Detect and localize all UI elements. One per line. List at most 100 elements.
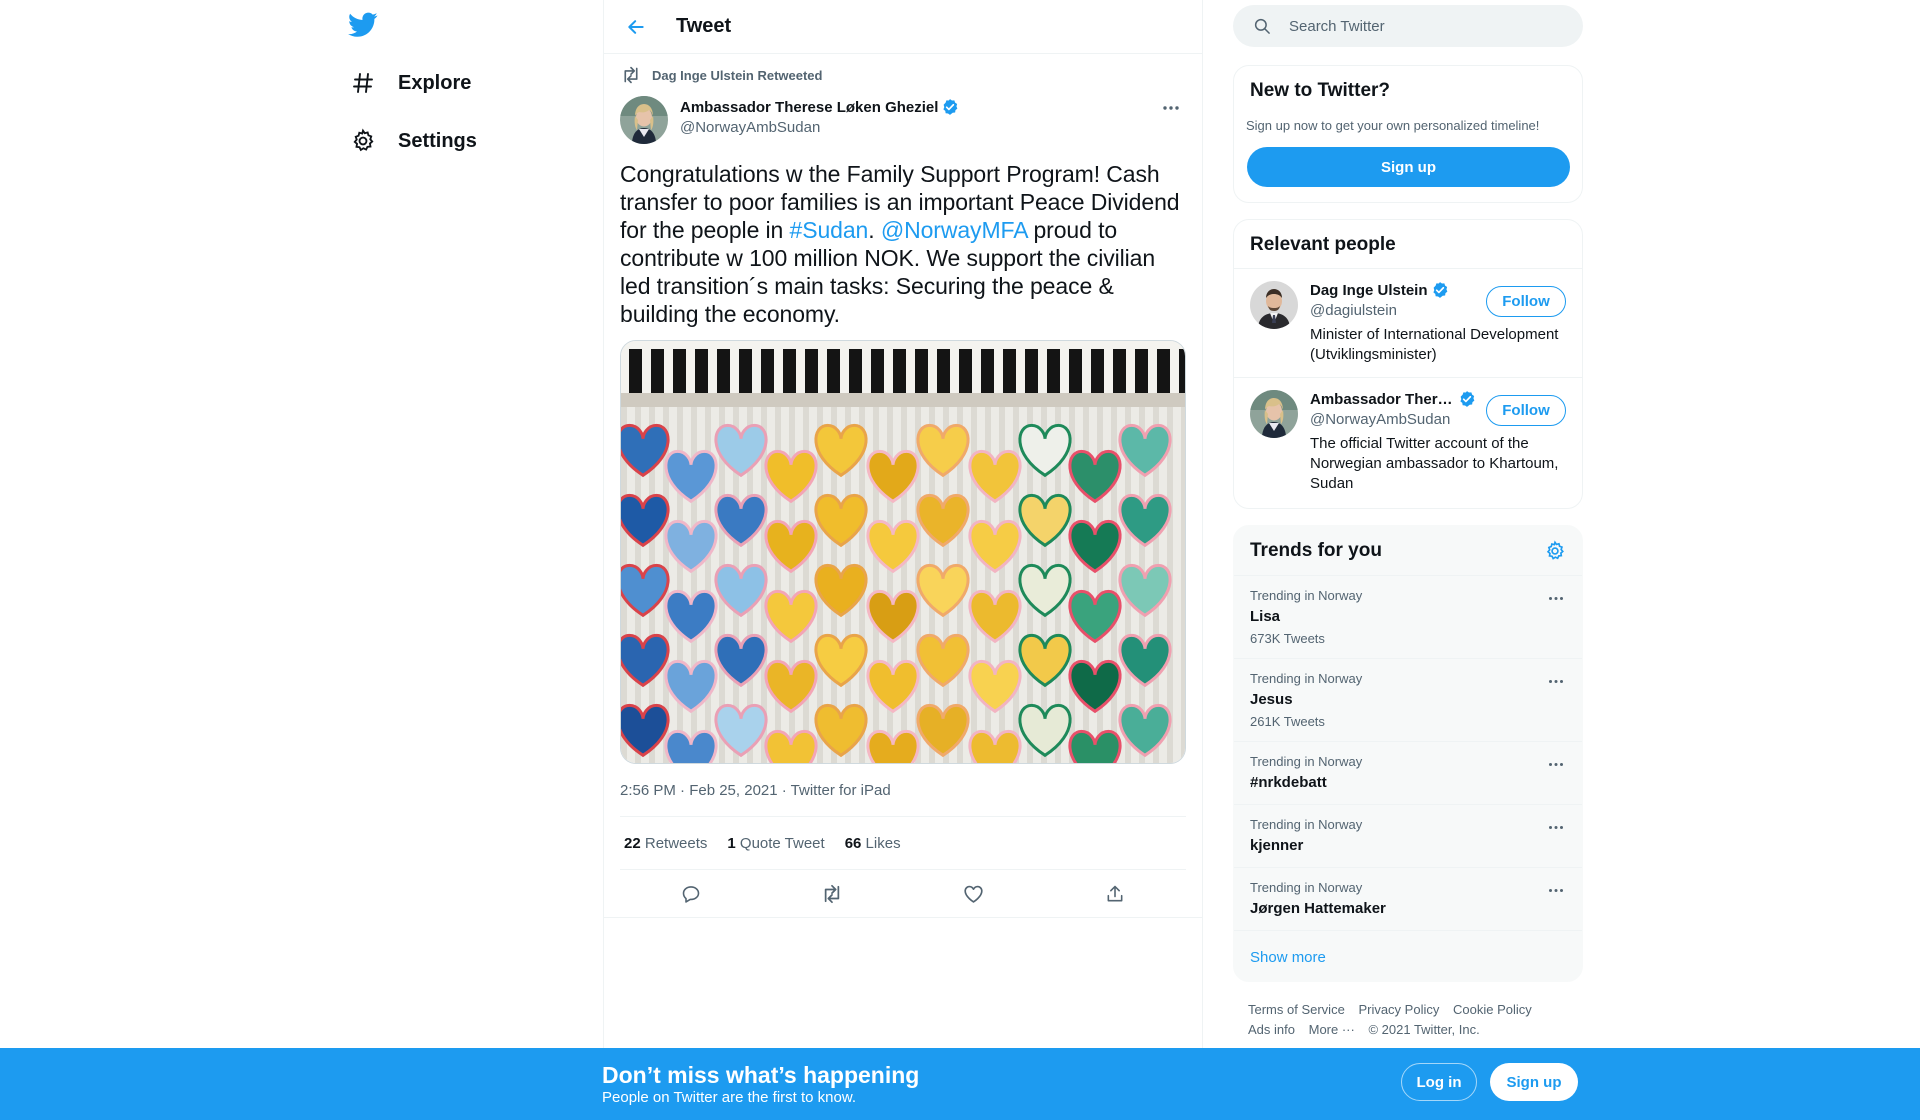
more-link[interactable]: More ··· — [1309, 1020, 1355, 1040]
trend-name: #nrkdebatt — [1250, 774, 1327, 791]
back-button[interactable] — [618, 9, 654, 45]
show-more-link[interactable]: Show more — [1234, 931, 1582, 981]
tweet-author: Ambassador Therese Løken Gheziel @Norway… — [620, 96, 1186, 144]
trend-count: 261K Tweets — [1250, 714, 1325, 729]
nav-settings-label: Settings — [398, 129, 477, 152]
avatar[interactable] — [620, 96, 668, 144]
twitter-bird-icon[interactable] — [348, 12, 378, 38]
hashtag-icon — [350, 70, 376, 96]
nav-explore-label: Explore — [398, 71, 472, 94]
share-button[interactable] — [1095, 874, 1135, 914]
author-name-text: Ambassador Therese Løken Gheziel — [680, 98, 939, 116]
more-options-button[interactable] — [1544, 754, 1568, 774]
quote-tweets-stat[interactable]: 1 Quote Tweet — [727, 835, 824, 852]
share-icon — [1105, 884, 1125, 904]
person-bio: The official Twitter account of the Norw… — [1310, 435, 1559, 492]
cookie-link[interactable]: Cookie Policy — [1453, 1000, 1532, 1020]
more-dots-icon — [1548, 888, 1564, 893]
trend-context: Trending in Norway — [1250, 754, 1363, 769]
more-options-button[interactable] — [1544, 671, 1568, 691]
hashtag-link[interactable]: #Sudan — [790, 217, 869, 243]
reply-icon — [681, 884, 701, 904]
tweet-image[interactable] — [620, 340, 1186, 764]
reply-button[interactable] — [671, 874, 711, 914]
banner-signup-button[interactable]: Sign up — [1490, 1063, 1578, 1101]
more-options-button[interactable] — [1544, 880, 1568, 900]
retweet-context[interactable]: Dag Inge Ulstein Retweeted — [620, 62, 1186, 88]
gear-icon[interactable] — [1544, 539, 1566, 562]
retweet-icon — [620, 66, 642, 84]
nav-settings[interactable]: Settings — [350, 121, 477, 161]
footer-links: Terms of Service Privacy Policy Cookie P… — [1248, 1000, 1578, 1040]
more-options-button[interactable] — [1544, 817, 1568, 837]
follow-button[interactable]: Follow — [1486, 286, 1566, 317]
trend-name: Jesus — [1250, 691, 1293, 708]
trends-title: Trends for you — [1250, 539, 1382, 561]
more-dots-icon — [1548, 825, 1564, 830]
author-handle[interactable]: @NorwayAmbSudan — [680, 119, 959, 136]
search-bar[interactable] — [1233, 5, 1583, 47]
retweet-icon — [821, 884, 843, 904]
banner-subtitle: People on Twitter are the first to know. — [602, 1089, 857, 1106]
trend-item[interactable]: Trending in Norway Jesus 261K Tweets — [1234, 659, 1582, 742]
trend-name: Jørgen Hattemaker — [1250, 900, 1386, 917]
more-options-button[interactable] — [1156, 96, 1186, 120]
like-button[interactable] — [954, 874, 994, 914]
tweet-text-part2: . — [868, 217, 881, 243]
terms-link[interactable]: Terms of Service — [1248, 1000, 1345, 1020]
tweet-stats: 22 Retweets 1 Quote Tweet 66 Likes — [620, 816, 1186, 870]
tweet: Dag Inge Ulstein Retweeted Ambassador Th… — [604, 62, 1202, 918]
likes-stat[interactable]: 66 Likes — [845, 835, 901, 852]
tweet-text: Congratulations w the Family Support Pro… — [620, 160, 1186, 328]
page-title: Tweet — [676, 15, 732, 37]
relevant-people-title: Relevant people — [1234, 220, 1582, 269]
trends-header: Trends for you — [1234, 526, 1582, 576]
avatar[interactable] — [1250, 281, 1298, 329]
mention-link[interactable]: @NorwayMFA — [881, 217, 1027, 243]
quotes-label: Quote Tweet — [739, 834, 825, 852]
likes-label: Likes — [865, 834, 901, 852]
retweet-button[interactable] — [812, 874, 852, 914]
trend-name: kjenner — [1250, 837, 1304, 854]
verified-badge-icon — [1458, 390, 1476, 408]
trend-context: Trending in Norway — [1250, 588, 1363, 603]
main-column: Tweet Dag Inge Ulstein Retweeted Ambassa… — [603, 0, 1203, 1120]
tweet-actions — [604, 870, 1202, 918]
follow-button[interactable]: Follow — [1486, 395, 1566, 426]
new-to-twitter-card: New to Twitter? Sign up now to get your … — [1233, 65, 1583, 203]
signup-button[interactable]: Sign up — [1247, 147, 1570, 187]
painted-hearts-image — [621, 341, 1185, 763]
signup-banner: Don’t miss what’s happening People on Tw… — [0, 1048, 1920, 1120]
more-dots-icon — [1548, 596, 1564, 601]
search-input[interactable] — [1289, 17, 1549, 35]
more-dots-icon — [1548, 679, 1564, 684]
more-dots-icon — [1548, 762, 1564, 767]
trend-item[interactable]: Trending in Norway Jørgen Hattemaker — [1234, 868, 1582, 931]
new-to-twitter-title: New to Twitter? — [1250, 80, 1391, 101]
banner-title: Don’t miss what’s happening — [602, 1062, 920, 1088]
nav-explore[interactable]: Explore — [350, 63, 471, 103]
trend-name: Lisa — [1250, 608, 1281, 625]
person-item[interactable]: Ambassador Therese Løken Gheziel @Norway… — [1234, 378, 1582, 506]
relevant-people-card: Relevant people Dag Inge Ulstein @dagiul… — [1233, 219, 1583, 509]
person-name-text: Ambassador Therese Løken Gheziel — [1310, 390, 1455, 408]
author-name[interactable]: Ambassador Therese Løken Gheziel — [680, 98, 959, 116]
person-item[interactable]: Dag Inge Ulstein @dagiulstein Minister o… — [1234, 269, 1582, 378]
trend-item[interactable]: Trending in Norway Lisa 673K Tweets — [1234, 576, 1582, 659]
tweet-timestamp[interactable]: 2:56 PM · Feb 25, 2021 · Twitter for iPa… — [620, 782, 1186, 816]
trends-card: Trends for you Trending in Norway Lisa 6… — [1233, 525, 1583, 982]
ads-info-link[interactable]: Ads info — [1248, 1020, 1295, 1040]
new-to-twitter-subtitle: Sign up now to get your own personalized… — [1246, 118, 1540, 133]
more-dots-icon — [1162, 105, 1180, 111]
privacy-link[interactable]: Privacy Policy — [1358, 1000, 1439, 1020]
avatar[interactable] — [1250, 390, 1298, 438]
trend-item[interactable]: Trending in Norway #nrkdebatt — [1234, 742, 1582, 805]
verified-badge-icon — [1431, 281, 1449, 299]
more-options-button[interactable] — [1544, 588, 1568, 608]
person-name-text: Dag Inge Ulstein — [1310, 281, 1428, 299]
trend-context: Trending in Norway — [1250, 817, 1363, 832]
login-button[interactable]: Log in — [1401, 1063, 1477, 1101]
retweet-context-text: Dag Inge Ulstein Retweeted — [652, 67, 823, 83]
retweets-stat[interactable]: 22 Retweets — [624, 835, 707, 852]
trend-item[interactable]: Trending in Norway kjenner — [1234, 805, 1582, 868]
